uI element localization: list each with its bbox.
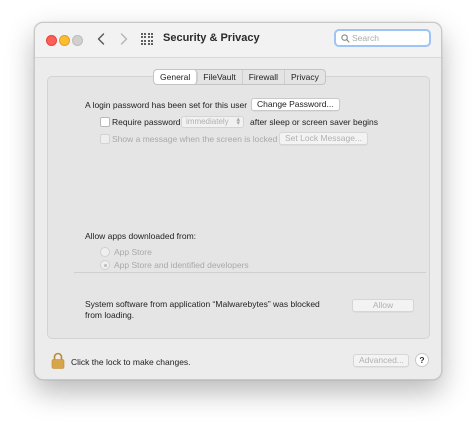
set-lock-message-button[interactable]: Set Lock Message... [279, 132, 369, 145]
chevron-left-icon [97, 33, 105, 45]
show-all-grid-icon[interactable] [141, 33, 154, 46]
require-password-label: Require password [112, 117, 181, 127]
search-input[interactable] [352, 31, 426, 45]
chevron-right-icon [120, 33, 128, 45]
allow-apps-heading: Allow apps downloaded from: [85, 231, 197, 241]
login-password-text: A login password has been set for this u… [85, 100, 248, 110]
require-password-checkbox[interactable] [100, 117, 110, 127]
show-message-checkbox[interactable] [100, 134, 110, 144]
help-button[interactable]: ? [415, 353, 429, 367]
blocked-software-message: System software from application “Malwar… [85, 299, 320, 320]
show-message-label: Show a message when the screen is locked [112, 134, 278, 144]
forward-button[interactable] [115, 30, 133, 48]
radio-app-store[interactable] [100, 247, 110, 257]
radio-app-store-label: App Store [114, 247, 152, 257]
minimize-button[interactable] [59, 35, 70, 46]
back-button[interactable] [92, 30, 110, 48]
advanced-button[interactable]: Advanced... [353, 354, 409, 367]
tab-bar: General FileVault Firewall Privacy [153, 69, 326, 85]
change-password-button[interactable]: Change Password... [251, 98, 340, 111]
tab-filevault[interactable]: FileVault [197, 70, 243, 84]
allow-button[interactable]: Allow [352, 299, 414, 312]
tab-general[interactable]: General [154, 70, 198, 84]
general-panel: A login password has been set for this u… [47, 76, 430, 339]
title-bar: Security & Privacy [35, 23, 441, 58]
close-button[interactable] [46, 35, 57, 46]
section-divider [74, 272, 426, 273]
lock-instruction-text: Click the lock to make changes. [71, 357, 191, 367]
radio-app-store-identified[interactable] [100, 260, 110, 270]
tab-firewall[interactable]: Firewall [243, 70, 285, 84]
search-field[interactable] [334, 29, 431, 47]
require-password-delay-value: immediately [186, 117, 229, 126]
window-title: Security & Privacy [163, 32, 260, 44]
radio-app-store-identified-label: App Store and identified developers [114, 260, 249, 270]
security-privacy-window: Security & Privacy General FileVault Fir… [34, 22, 442, 380]
popup-updown-icon: ▴ ▾ [236, 116, 240, 127]
tab-privacy[interactable]: Privacy [285, 70, 325, 84]
zoom-button[interactable] [72, 35, 83, 46]
require-password-suffix: after sleep or screen saver begins [250, 117, 379, 127]
lock-icon[interactable] [51, 352, 65, 369]
search-icon [341, 34, 350, 43]
require-password-delay-popup[interactable]: immediately ▴ ▾ [181, 116, 244, 128]
